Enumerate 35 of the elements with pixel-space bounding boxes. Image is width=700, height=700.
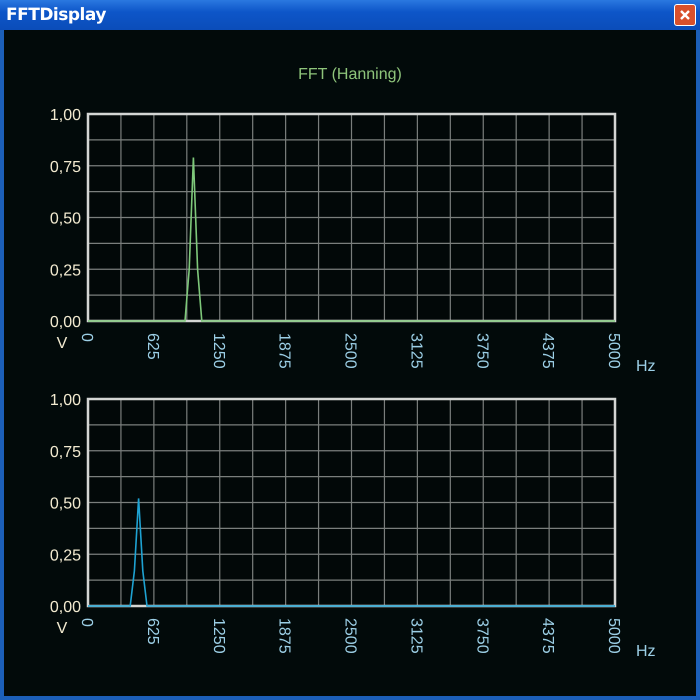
x-tick-label: 2500 bbox=[342, 333, 358, 369]
y-tick-label: 0,75 bbox=[50, 444, 81, 461]
window-title: FFTDisplay bbox=[6, 5, 106, 25]
y-axis-unit: V bbox=[56, 335, 68, 352]
y-axis-unit: V bbox=[56, 620, 68, 637]
x-tick-label: 625 bbox=[144, 618, 161, 645]
x-tick-label: 5000 bbox=[605, 333, 622, 369]
x-tick-label: 3750 bbox=[473, 333, 490, 369]
close-button[interactable] bbox=[674, 4, 696, 26]
y-tick-label: 0,50 bbox=[50, 210, 81, 228]
y-tick-label: 0,00 bbox=[50, 314, 81, 331]
x-tick-label: 2500 bbox=[342, 618, 358, 654]
x-tick-label: 3125 bbox=[407, 618, 424, 654]
x-tick-label: 625 bbox=[144, 333, 161, 360]
y-tick-label: 0,25 bbox=[50, 547, 81, 564]
x-tick-label: 1250 bbox=[210, 333, 227, 369]
y-tick-label: 0,25 bbox=[50, 262, 81, 280]
x-tick-label: 3750 bbox=[473, 618, 490, 654]
x-tick-label: 1875 bbox=[276, 333, 293, 369]
x-tick-label: 0 bbox=[78, 618, 95, 627]
x-tick-label: 1875 bbox=[276, 618, 293, 654]
chart-title: FFT (Hanning) bbox=[298, 66, 402, 84]
y-tick-label: 0,00 bbox=[50, 599, 81, 616]
x-tick-label: 0 bbox=[78, 333, 95, 342]
x-tick-label: 4375 bbox=[539, 618, 556, 654]
y-tick-label: 0,75 bbox=[50, 158, 81, 176]
x-axis-unit: Hz bbox=[636, 643, 656, 660]
y-tick-label: 1,00 bbox=[50, 392, 81, 409]
x-tick-label: 5000 bbox=[605, 618, 622, 654]
x-axis-unit: Hz bbox=[636, 358, 656, 375]
x-tick-label: 3125 bbox=[407, 333, 424, 369]
x-tick-label: 1250 bbox=[210, 618, 227, 654]
y-tick-label: 1,00 bbox=[50, 107, 81, 124]
y-tick-label: 0,50 bbox=[50, 496, 81, 512]
x-tick-label: 4375 bbox=[539, 333, 556, 369]
